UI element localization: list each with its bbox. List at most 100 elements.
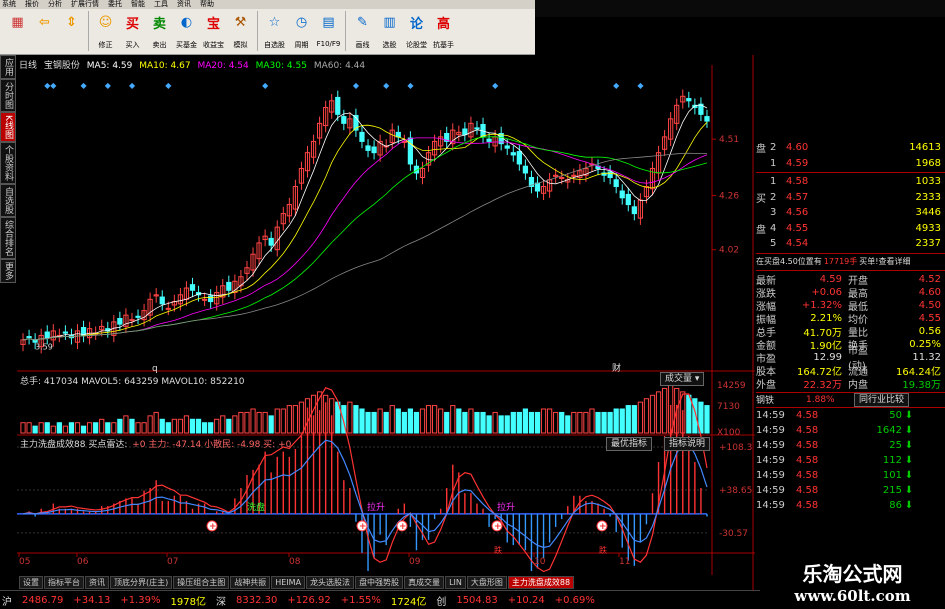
volume-bar <box>280 408 286 434</box>
tick-price: 4.58 <box>796 484 819 496</box>
best-indicator-button[interactable]: 最优指标 <box>606 437 653 451</box>
volume-bar <box>268 415 274 434</box>
bid-row: 盘 4 4.55 4933 <box>756 221 945 237</box>
candle-body <box>704 116 710 122</box>
toolbar-button-3[interactable]: ☺ 修正 <box>92 9 119 53</box>
toolbar-button-11[interactable]: ▤ F10/F9 <box>315 9 342 53</box>
candle-body <box>189 284 196 291</box>
volume-bar <box>613 408 619 434</box>
volume-bar <box>165 422 171 434</box>
menu-bar: 系统 报价 分析 扩展行情 委托 智能 工具 资讯 帮助 <box>0 0 535 9</box>
bottom-tab-5[interactable]: 战神共振 <box>230 576 271 589</box>
ma5-line <box>22 104 708 341</box>
menu-item-7[interactable]: 资讯 <box>177 0 191 9</box>
grid-icon: ▦ <box>11 14 24 30</box>
candle-body <box>26 336 32 339</box>
volume-bar <box>244 411 250 434</box>
industry-compare-button[interactable]: 同行业比较 <box>854 392 910 407</box>
kline-chart-area[interactable]: 4.514.264.02◆ ◆ ◆ ◆ ◆ ◆ ◆ ◆ ◆ ◆ ◆ ◆ ◆3.59q 财142597130… <box>17 55 755 590</box>
menu-item-6[interactable]: 工具 <box>154 0 168 9</box>
toolbar-button-13[interactable]: ▥ 选股 <box>376 9 403 53</box>
volume-bar <box>516 411 522 434</box>
volume-header: 总手: 417034 MAVOL5: 643259 MAVOL10: 85221… <box>20 374 245 387</box>
bottom-tab-2[interactable]: 资讯 <box>85 576 109 589</box>
toolbar-button-10[interactable]: ◷ 周期 <box>288 9 315 53</box>
bottom-tab-4[interactable]: 操压组合主图 <box>173 576 230 589</box>
volume-bar <box>425 405 432 434</box>
toolbar-button-6[interactable]: ◐ 买基金 <box>173 9 200 53</box>
bottom-tab-10[interactable]: LIN <box>445 576 466 589</box>
volume-bar <box>274 408 280 434</box>
bottom-tab-1[interactable]: 指标平台 <box>44 576 84 589</box>
toolbar-button-1[interactable]: ⇦ <box>31 9 58 53</box>
bottom-tab-11[interactable]: 大盘形图 <box>466 576 507 589</box>
menu-item-8[interactable]: 帮助 <box>200 0 214 9</box>
bottom-tab-6[interactable]: HEIMA <box>271 576 306 589</box>
left-tab-2[interactable]: K线图 <box>0 112 16 142</box>
status-percent: +1.39% <box>120 594 161 606</box>
ask-level: 2 <box>770 142 777 154</box>
sector-row: 钢铁 1.88% 同行业比较 <box>756 391 945 408</box>
indicator-axis-label: +108.3 <box>719 443 752 453</box>
status-change-3: +10.24 <box>507 594 545 606</box>
candle-body <box>226 281 232 291</box>
toolbar-button-12[interactable]: ✎ 画线 <box>349 9 376 53</box>
menu-item-4[interactable]: 委托 <box>108 0 122 9</box>
menu-item-1[interactable]: 报价 <box>25 0 39 9</box>
left-tab-4[interactable]: 自选股 <box>0 183 16 217</box>
left-tab-1[interactable]: 分时图 <box>0 79 16 112</box>
ask-level: 1 <box>770 157 777 169</box>
volume-bar <box>637 401 644 434</box>
toolbar-label: 修正 <box>98 41 113 49</box>
status-index-2: 8332.30 <box>235 594 278 606</box>
volume-bar <box>238 411 244 434</box>
ask-side-label: 盘 <box>756 144 766 156</box>
bottom-tab-3[interactable]: 顶底分界(庄主) <box>110 576 173 589</box>
buy-position-link[interactable]: 买单!查看详细 <box>859 257 910 266</box>
volume-bar <box>44 422 50 434</box>
menu-item-0[interactable]: 系统 <box>2 0 16 9</box>
arrow-down-icon: ⬇ <box>904 424 914 436</box>
indicator-desc-button[interactable]: 指标说明 <box>664 437 711 451</box>
buy-position-note[interactable]: 在买盘4.50位置有 17719手 买单!查看详细 <box>756 255 945 268</box>
menu-item-2[interactable]: 分析 <box>48 0 62 9</box>
hammer-icon: ⚒ <box>234 14 247 30</box>
bottom-tab-8[interactable]: 盘中强势股 <box>355 576 404 589</box>
toolbar-button-5[interactable]: 卖卖出 <box>146 9 173 53</box>
forum-icon: 论 <box>409 16 423 32</box>
sell-icon: 卖 <box>152 16 166 32</box>
toolbar-button-9[interactable]: ☆ 自选股 <box>261 9 288 53</box>
finance-marker: 财 <box>612 362 621 374</box>
left-tab-5[interactable]: 综合排名 <box>0 216 16 259</box>
volume-bar <box>220 415 226 434</box>
bottom-tab-12[interactable]: 主力洗盘成效88 <box>507 576 575 589</box>
bottom-tab-0[interactable]: 设置 <box>19 576 43 589</box>
toolbar-button-8[interactable]: ⚒ 模拟 <box>227 9 254 53</box>
toolbar-button-2[interactable]: ⇕ <box>58 9 85 53</box>
volume-bar <box>619 408 625 434</box>
left-tab-3[interactable]: 个股资料 <box>0 141 16 184</box>
tick-row: 14:59 4.58 25 ⬇ <box>756 438 945 453</box>
volume-bar <box>480 411 486 434</box>
toolbar: ▦ ⇦ ⇕ ☺ 修正买买入卖卖出 ◐ 买基金宝收益宝 ⚒ 模拟 ☆ 自选股 ◷ 周期 ▤ F10/F9 ✎ 画线… <box>0 9 535 55</box>
toolbar-button-14[interactable]: 论论股堂 <box>403 9 430 53</box>
tick-volume: 215 <box>882 484 902 496</box>
toolbar-button-0[interactable]: ▦ <box>4 9 31 53</box>
candle-body <box>365 145 371 151</box>
volume-dropdown[interactable]: 成交量 ▾ <box>660 372 705 386</box>
volume-bar <box>365 411 371 434</box>
left-tab-0[interactable]: 应用 <box>0 55 16 79</box>
watermark-title: 乐淘公式网 <box>802 562 903 586</box>
bottom-tab-9[interactable]: 真成交量 <box>404 576 445 589</box>
bottom-tab-7[interactable]: 龙头选股法 <box>306 576 355 589</box>
menu-item-5[interactable]: 智能 <box>131 0 145 9</box>
toolbar-button-4[interactable]: 买买入 <box>119 9 146 53</box>
toolbar-button-15[interactable]: 高抗基手 <box>430 9 457 53</box>
toolbar-button-7[interactable]: 宝收益宝 <box>200 9 227 53</box>
buy-signal-glyph: + <box>209 522 217 532</box>
menu-item-3[interactable]: 扩展行情 <box>71 0 99 9</box>
left-tab-6[interactable]: 更多 <box>0 258 16 283</box>
volume-bar <box>50 425 56 434</box>
marker-diamond-icon: ◆ <box>129 81 136 90</box>
candle-body <box>129 319 135 322</box>
